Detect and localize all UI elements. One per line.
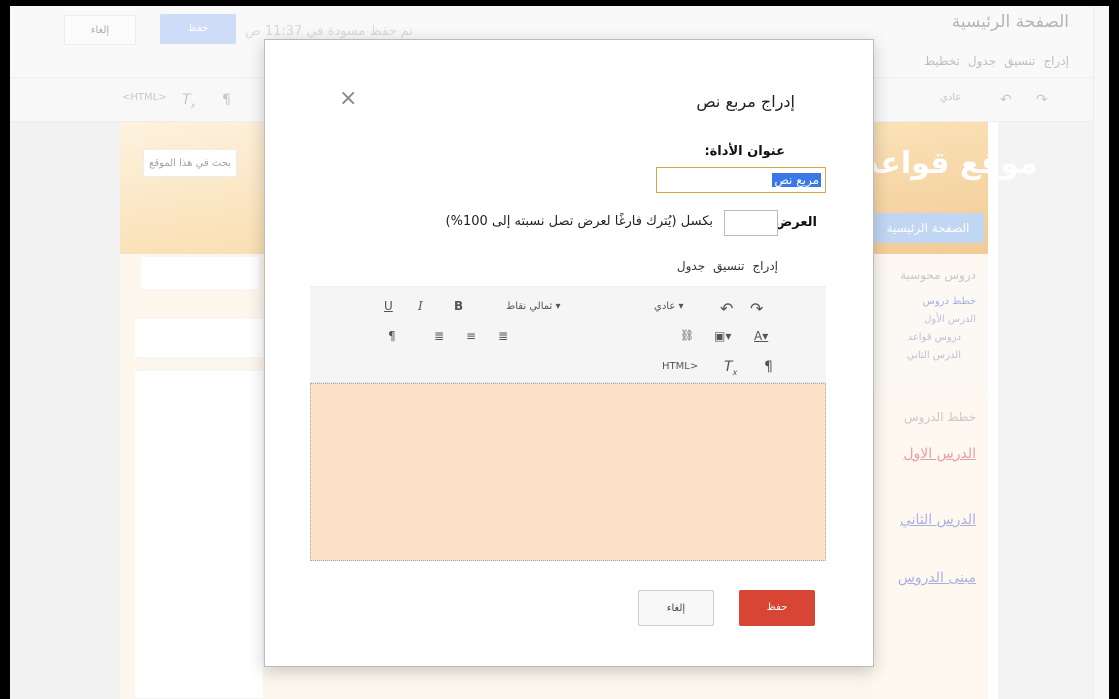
editor-menu-format[interactable]: تنسيق: [713, 259, 744, 273]
editor-toolbar: ↷ ↶ عادي ▾ ثمالي نقاط ▾ B I U A▾ ▣▾ ⛓ ≣ …: [310, 287, 826, 383]
width-input[interactable]: [724, 210, 778, 236]
paragraph-icon[interactable]: ¶: [764, 359, 773, 375]
paragraph-direction-icon[interactable]: ¶: [388, 329, 396, 343]
bold-button[interactable]: B: [454, 299, 463, 313]
editor-menu-bar: إدراج تنسيق جدول: [310, 247, 826, 287]
italic-button[interactable]: I: [418, 299, 423, 313]
save-button[interactable]: حفظ: [739, 590, 815, 626]
clear-format-icon[interactable]: Tx: [724, 359, 737, 377]
redo-icon[interactable]: ↷: [750, 299, 763, 318]
editor-menu-table[interactable]: جدول: [677, 259, 705, 273]
cancel-button[interactable]: إلغاء: [638, 590, 714, 626]
highlight-color-icon[interactable]: ▣▾: [714, 329, 731, 343]
close-icon[interactable]: ×: [339, 86, 357, 111]
underline-button[interactable]: U: [384, 299, 393, 313]
font-select[interactable]: ثمالي نقاط ▾: [506, 301, 561, 312]
editor-menu-insert[interactable]: إدراج: [752, 259, 778, 273]
gadget-title-input[interactable]: مربع نص: [656, 167, 826, 193]
gadget-title-value: مربع نص: [772, 173, 821, 187]
insert-textbox-dialog: × إدراج مربع نص عنوان الأداة: مربع نص ال…: [264, 39, 874, 667]
width-hint: بكسل (يُترك فارغًا لعرض تصل نسبته إلى 10…: [445, 214, 713, 229]
undo-icon[interactable]: ↶: [720, 299, 733, 318]
align-center-icon[interactable]: ≡: [466, 329, 476, 343]
link-icon[interactable]: ⛓: [680, 329, 694, 342]
dialog-title: إدراج مربع نص: [696, 92, 795, 111]
align-left-icon[interactable]: ≣: [434, 329, 444, 343]
app-frame: إلغاء حفظ تم حفظ مسودة في 11:37 ص الصفحة…: [10, 6, 1109, 699]
format-select[interactable]: عادي ▾: [654, 301, 684, 312]
gadget-title-label: عنوان الأداة:: [704, 144, 785, 159]
editor-content-area[interactable]: [310, 383, 826, 561]
text-color-icon[interactable]: A▾: [754, 329, 768, 343]
align-right-icon[interactable]: ≣: [498, 329, 508, 343]
html-button[interactable]: HTML>: [662, 361, 698, 372]
